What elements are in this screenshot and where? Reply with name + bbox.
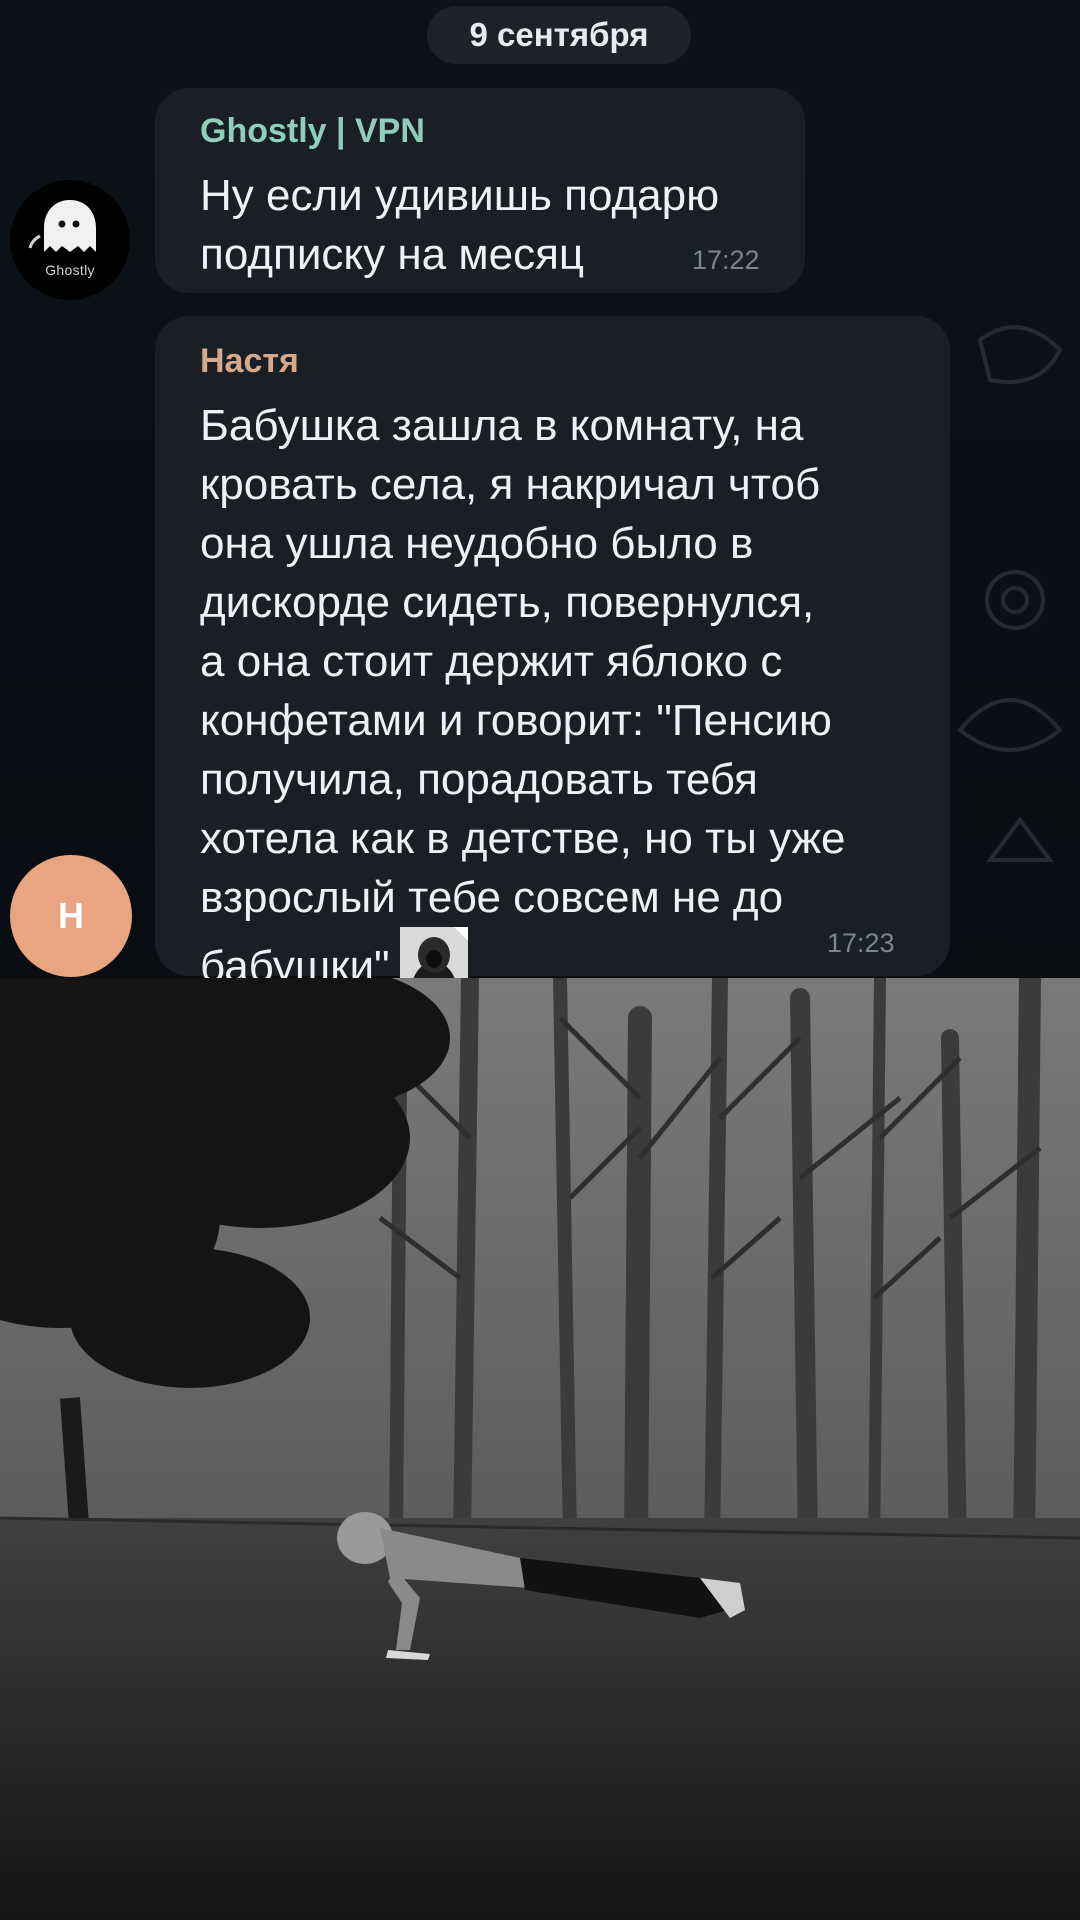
sender-name[interactable]: Ghostly | VPN: [200, 112, 425, 151]
message-bubble[interactable]: Ghostly | VPN Ну если удивишь подарю под…: [155, 88, 805, 293]
message-bubble[interactable]: Настя Бабушка зашла в комнату, на кроват…: [155, 316, 950, 978]
date-separator: 9 сентября: [427, 6, 691, 64]
message-text: Бабушка зашла в комнату, на кровать села…: [200, 396, 920, 978]
ghost-icon: [28, 200, 96, 252]
hooded-figure-sticker: [399, 927, 468, 978]
forest-scene-image: [0, 978, 1080, 1920]
message-text: Ну если удивишь подарю подписку на месяц: [200, 171, 720, 279]
avatar-logo-label: Ghostly: [45, 262, 95, 278]
message-time: 17:22: [692, 245, 760, 275]
message-text-content: Бабушка зашла в комнату, на кровать села…: [200, 401, 846, 978]
avatar-ghostly[interactable]: Ghostly: [10, 180, 130, 300]
chat-area: 9 сентября Ghostly Ghostly | VPN Ну если…: [0, 0, 1080, 978]
photo-foggy-forest[interactable]: [0, 978, 1080, 1920]
message-time: 17:23: [827, 928, 895, 958]
sender-name[interactable]: Настя: [200, 342, 299, 381]
avatar-initial[interactable]: Н: [10, 855, 132, 977]
